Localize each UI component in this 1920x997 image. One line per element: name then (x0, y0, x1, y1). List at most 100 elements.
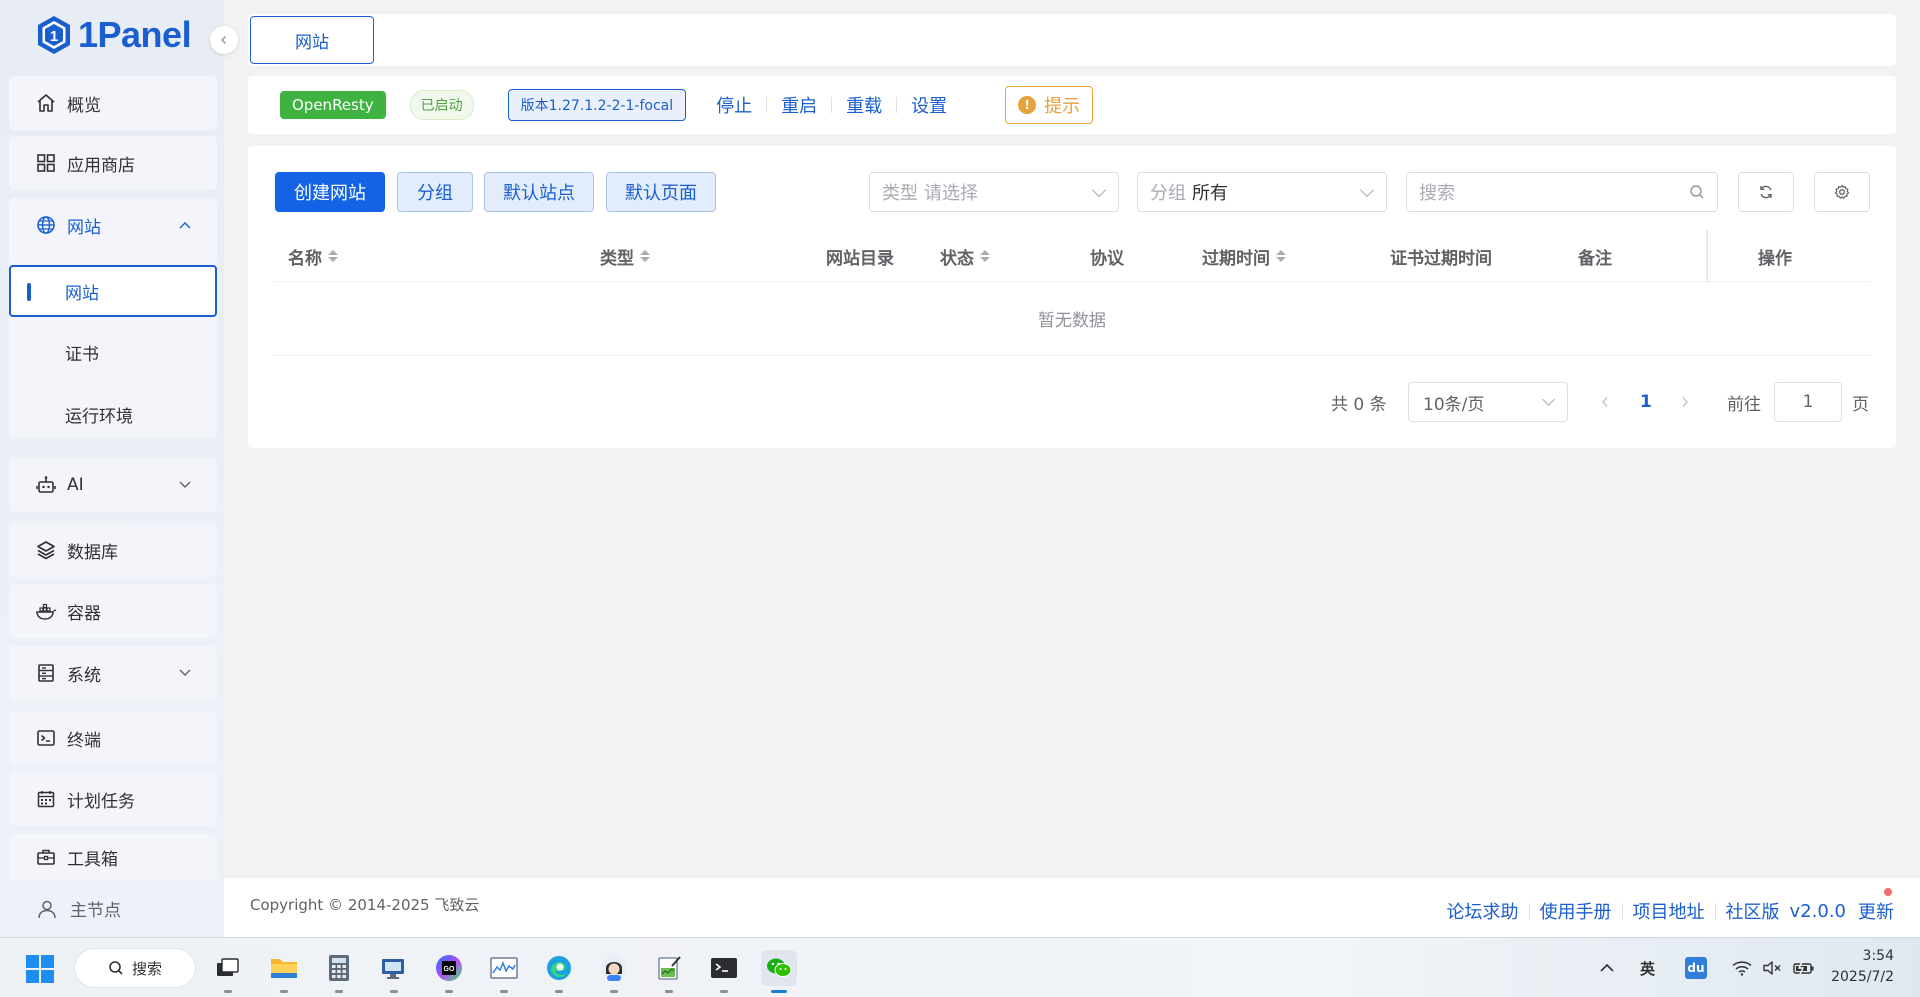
update-badge (1884, 888, 1892, 896)
sidebar-subitem-runtime[interactable]: 运行环境 (9, 388, 217, 440)
sidebar-item-label: AI (67, 475, 84, 495)
app-logo[interactable]: 1 1Panel (36, 14, 192, 56)
stop-link[interactable]: 停止 (716, 92, 752, 118)
sidebar-item-database[interactable]: 数据库 (9, 523, 217, 577)
task-view-icon[interactable] (210, 950, 246, 993)
group-select[interactable]: 分组 所有 (1137, 172, 1387, 212)
divider (1621, 903, 1623, 919)
create-website-button[interactable]: 创建网站 (275, 172, 385, 212)
wifi-icon[interactable] (1732, 954, 1752, 982)
fixed-column-shadow (1706, 230, 1708, 282)
sidebar-item-cronjob[interactable]: 计划任务 (9, 772, 217, 826)
divider (1528, 903, 1530, 919)
column-header-type[interactable]: 类型 (600, 230, 650, 282)
chevron-up-icon (179, 218, 191, 232)
sort-icon[interactable] (328, 250, 338, 262)
edition-link[interactable]: 社区版 (1726, 898, 1780, 924)
sidebar-item-ai[interactable]: AI (9, 458, 217, 512)
project-link[interactable]: 项目地址 (1633, 898, 1705, 924)
page-number: 1 (1640, 392, 1652, 412)
button-label: 创建网站 (294, 183, 366, 204)
file-explorer-icon[interactable] (266, 950, 302, 993)
divider (1714, 903, 1716, 919)
column-header-expire[interactable]: 过期时间 (1202, 230, 1286, 282)
sort-icon[interactable] (640, 250, 650, 262)
sidebar-item-system[interactable]: 系统 (9, 646, 217, 700)
avatar-app-icon[interactable] (596, 950, 632, 993)
chevron-right-icon (1682, 397, 1688, 407)
column-settings-button[interactable] (1814, 172, 1870, 212)
default-site-button[interactable]: 默认站点 (484, 172, 594, 212)
goland-icon[interactable]: GO (431, 950, 467, 993)
edge-browser-icon[interactable] (541, 950, 577, 993)
search-icon (1690, 185, 1704, 199)
volume-muted-icon[interactable] (1762, 954, 1782, 982)
page-number-current[interactable]: 1 (1640, 382, 1652, 422)
notepad-icon[interactable] (651, 950, 687, 993)
table-header: 名称 类型 网站目录 状态 协议 过期时间 证书过期时间 备注 操作 (274, 230, 1870, 282)
column-title: 状态 (940, 248, 974, 269)
terminal-app-icon[interactable] (706, 950, 742, 993)
column-header-status[interactable]: 状态 (940, 230, 990, 282)
column-header-actions: 操作 (1758, 230, 1792, 282)
windows-start-icon[interactable] (26, 955, 54, 983)
page-suffix-text: 页 (1852, 394, 1869, 415)
type-select[interactable]: 类型 请选择 (869, 172, 1119, 212)
sidebar-subitem-certificate[interactable]: 证书 (9, 326, 217, 378)
settings-link[interactable]: 设置 (911, 92, 947, 118)
forum-link[interactable]: 论坛求助 (1447, 898, 1519, 924)
column-title: 类型 (600, 248, 634, 269)
default-page-button[interactable]: 默认页面 (606, 172, 716, 212)
baidu-netdisk-icon[interactable]: du (1685, 954, 1707, 982)
sidebar-item-label: 网站 (67, 217, 101, 238)
calendar-icon (35, 788, 57, 810)
system-clock[interactable]: 3:54 2025/7/2 (1831, 946, 1894, 988)
search-input[interactable]: 搜索 (1406, 172, 1718, 212)
refresh-button[interactable] (1738, 172, 1794, 212)
sort-icon[interactable] (1276, 250, 1286, 262)
hint-button[interactable]: ! 提示 (1005, 86, 1094, 124)
goto-text: 前往 (1727, 394, 1761, 415)
node-switcher[interactable]: 主节点 (0, 880, 224, 937)
sidebar-item-container[interactable]: 容器 (9, 584, 217, 638)
reload-link[interactable]: 重载 (846, 92, 882, 118)
version-link[interactable]: v2.0.0 (1790, 901, 1846, 922)
page-size-select[interactable]: 10条/页 (1408, 382, 1568, 422)
sidebar-collapse-button[interactable] (210, 26, 238, 54)
sidebar-item-toolbox[interactable]: 工具箱 (9, 834, 217, 880)
group-button[interactable]: 分组 (397, 172, 473, 212)
sidebar-item-terminal[interactable]: 终端 (9, 711, 217, 765)
wechat-icon[interactable] (761, 950, 797, 993)
tray-overflow-chevron-icon[interactable] (1600, 954, 1614, 982)
clock-time: 3:54 (1862, 948, 1894, 964)
next-page-button[interactable] (1680, 382, 1690, 422)
manual-link[interactable]: 使用手册 (1540, 898, 1612, 924)
column-header-name[interactable]: 名称 (288, 230, 338, 282)
taskbar-search[interactable]: 搜索 (74, 948, 196, 988)
1panel-logo-icon: 1 (38, 16, 70, 54)
remote-desktop-icon[interactable] (376, 950, 412, 993)
column-title: 证书过期时间 (1390, 248, 1492, 269)
sidebar-item-overview[interactable]: 概览 (9, 76, 217, 130)
app-name: 1Panel (78, 14, 192, 55)
sidebar-item-app-store[interactable]: 应用商店 (9, 136, 217, 190)
battery-icon[interactable] (1792, 954, 1816, 982)
sidebar-item-label: 概览 (67, 95, 101, 116)
taskbar-search-label: 搜索 (131, 959, 162, 978)
input-method-indicator[interactable]: 英 (1640, 954, 1655, 982)
calculator-icon[interactable] (321, 950, 357, 993)
restart-link[interactable]: 重启 (781, 92, 817, 118)
column-title: 网站目录 (826, 248, 894, 269)
tab-website[interactable]: 网站 (250, 16, 374, 64)
warning-icon: ! (1018, 96, 1037, 114)
resource-monitor-icon[interactable] (486, 950, 522, 993)
update-link[interactable]: 更新 (1858, 898, 1894, 924)
sidebar-item-label: 计划任务 (67, 791, 135, 812)
prev-page-button[interactable] (1600, 382, 1610, 422)
hint-label: 提示 (1044, 96, 1081, 117)
sidebar-item-website[interactable]: 网站 (9, 198, 217, 252)
sidebar: 1 1Panel 概览 应用商店 网站 网站 证书 运行环境 AI 数据库 容器 (0, 0, 238, 937)
goto-page-input[interactable]: 1 (1774, 382, 1842, 422)
sidebar-subitem-website[interactable]: 网站 (9, 265, 217, 317)
sort-icon[interactable] (980, 250, 990, 262)
